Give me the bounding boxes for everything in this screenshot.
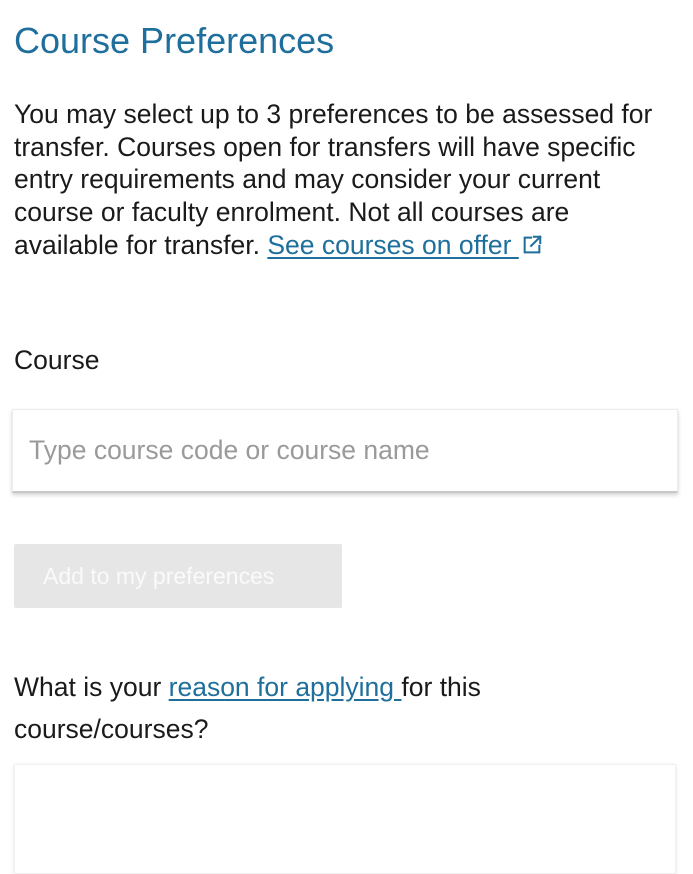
see-courses-link-label: See courses on offer xyxy=(267,229,519,260)
add-to-preferences-button[interactable]: Add to my preferences xyxy=(14,544,342,608)
reason-question: What is your reason for applying for thi… xyxy=(14,666,678,750)
intro-paragraph: You may select up to 3 preferences to be… xyxy=(14,98,678,262)
reason-question-prefix: What is your xyxy=(14,672,169,702)
external-link-icon xyxy=(523,235,542,254)
reason-for-applying-link[interactable]: reason for applying xyxy=(169,672,402,702)
page-title: Course Preferences xyxy=(14,20,335,61)
see-courses-on-offer-link[interactable]: See courses on offer xyxy=(267,230,542,260)
reason-textarea[interactable] xyxy=(14,764,676,874)
course-field-label: Course xyxy=(14,345,100,375)
course-search-input[interactable] xyxy=(12,409,678,493)
